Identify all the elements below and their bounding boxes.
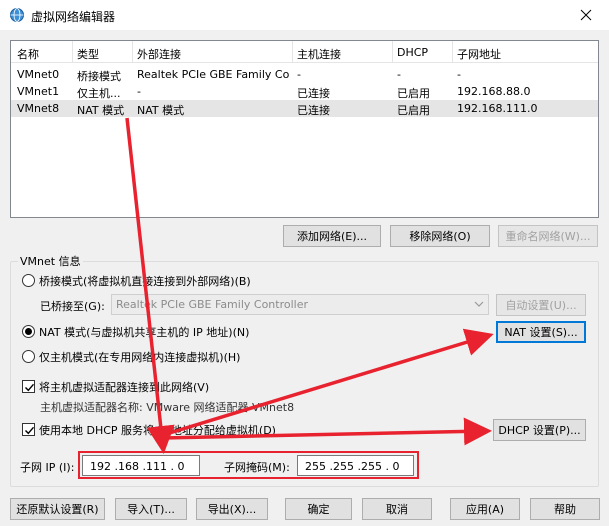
network-globe-icon xyxy=(9,7,25,23)
cell-subnet: 192.168.111.0 xyxy=(457,102,538,115)
cell-type: NAT 模式 xyxy=(77,104,125,117)
host-only-radio[interactable] xyxy=(22,350,35,363)
table-row-selected[interactable]: VMnet8 NAT 模式 NAT 模式 已连接 已启用 192.168.111… xyxy=(11,100,598,117)
auto-settings-button[interactable]: 自动设置(U)... xyxy=(496,294,586,316)
column-type[interactable]: 类型 xyxy=(77,46,99,62)
apply-button[interactable]: 应用(A) xyxy=(450,498,520,520)
help-button[interactable]: 帮助 xyxy=(530,498,600,520)
remove-network-button[interactable]: 移除网络(O) xyxy=(390,225,490,247)
cell-host: 已连接 xyxy=(297,87,330,100)
table-row[interactable]: VMnet0 桥接模式 Realtek PCIe GBE Family Co..… xyxy=(11,66,598,83)
rename-network-button[interactable]: 重命名网络(W)... xyxy=(498,225,598,247)
close-icon[interactable] xyxy=(563,0,609,30)
add-network-button[interactable]: 添加网络(E)... xyxy=(283,225,381,247)
cell-name: VMnet8 xyxy=(17,102,60,115)
connect-adapter-label[interactable]: 将主机虚拟适配器连接到此网络(V) xyxy=(39,379,209,395)
cell-dhcp: 已启用 xyxy=(397,104,430,117)
cell-dhcp: - xyxy=(397,68,401,81)
bridged-to-label: 已桥接至(G): xyxy=(40,300,105,313)
dhcp-settings-button[interactable]: DHCP 设置(P)... xyxy=(493,419,586,441)
column-external[interactable]: 外部连接 xyxy=(137,46,181,62)
cell-type: 仅主机... xyxy=(77,87,121,100)
subnet-highlight-box xyxy=(78,451,419,479)
bridge-mode-radio[interactable] xyxy=(22,274,35,287)
restore-defaults-button[interactable]: 还原默认设置(R) xyxy=(10,498,105,520)
chevron-down-icon xyxy=(474,299,484,312)
use-dhcp-label[interactable]: 使用本地 DHCP 服务将 IP 地址分配给虚拟机(D) xyxy=(39,422,276,438)
cell-type: 桥接模式 xyxy=(77,70,121,83)
cell-name: VMnet1 xyxy=(17,85,60,98)
cell-name: VMnet0 xyxy=(17,68,60,81)
use-dhcp-checkbox[interactable] xyxy=(22,423,35,436)
bridge-mode-label[interactable]: 桥接模式(将虚拟机直接连接到外部网络)(B) xyxy=(39,273,251,289)
cell-external: Realtek PCIe GBE Family Co... xyxy=(137,68,289,81)
cell-external: NAT 模式 xyxy=(137,104,185,117)
network-list[interactable]: 名称 类型 外部连接 主机连接 DHCP 子网地址 VMnet0 桥接模式 Re… xyxy=(10,40,599,218)
cell-host: - xyxy=(297,68,301,81)
nat-mode-radio[interactable] xyxy=(22,325,35,338)
table-row[interactable]: VMnet1 仅主机... - 已连接 已启用 192.168.88.0 xyxy=(11,83,598,100)
nat-settings-button[interactable]: NAT 设置(S)... xyxy=(496,321,586,343)
bridged-to-value: Realtek PCIe GBE Family Controller xyxy=(116,298,309,311)
host-only-label[interactable]: 仅主机模式(在专用网络内连接虚拟机)(H) xyxy=(39,349,240,365)
window-title: 虚拟网络编辑器 xyxy=(31,10,116,24)
bridged-to-select[interactable]: Realtek PCIe GBE Family Controller xyxy=(111,294,489,315)
group-title: VMnet 信息 xyxy=(18,253,83,269)
adapter-name-text: 主机虚拟适配器名称: VMware 网络适配器 VMnet8 xyxy=(40,401,295,414)
import-button[interactable]: 导入(T)... xyxy=(115,498,187,520)
ok-button[interactable]: 确定 xyxy=(285,498,352,520)
cell-external: - xyxy=(137,85,141,98)
list-header: 名称 类型 外部连接 主机连接 DHCP 子网地址 xyxy=(11,41,598,63)
column-host[interactable]: 主机连接 xyxy=(297,46,341,62)
column-subnet[interactable]: 子网地址 xyxy=(457,46,501,62)
cell-subnet: 192.168.88.0 xyxy=(457,85,531,98)
cancel-button[interactable]: 取消 xyxy=(362,498,432,520)
nat-mode-label[interactable]: NAT 模式(与虚拟机共享主机的 IP 地址)(N) xyxy=(39,324,249,340)
cell-host: 已连接 xyxy=(297,104,330,117)
title-bar: 虚拟网络编辑器 xyxy=(0,0,609,30)
column-name[interactable]: 名称 xyxy=(17,46,39,62)
connect-adapter-checkbox[interactable] xyxy=(22,380,35,393)
column-dhcp[interactable]: DHCP xyxy=(397,46,428,59)
cell-subnet: - xyxy=(457,68,461,81)
export-button[interactable]: 导出(X)... xyxy=(196,498,268,520)
cell-dhcp: 已启用 xyxy=(397,87,430,100)
subnet-ip-label: 子网 IP (I): xyxy=(20,461,75,474)
